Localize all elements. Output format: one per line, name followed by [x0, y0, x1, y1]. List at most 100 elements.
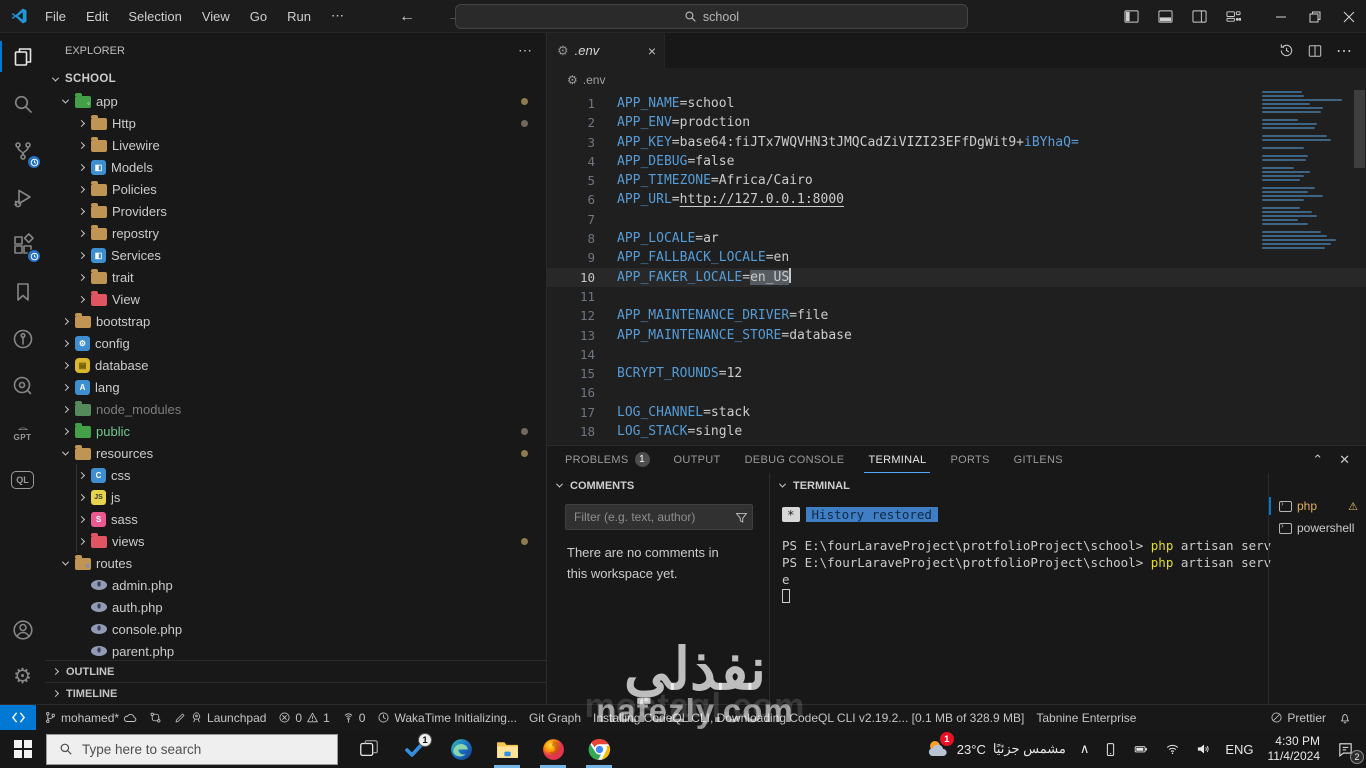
minimap[interactable] — [1262, 91, 1350, 251]
tree-item-app[interactable]: ◦ app — [45, 90, 546, 112]
status-prettier[interactable]: Prettier — [1264, 705, 1332, 730]
tray-volume[interactable] — [1188, 730, 1218, 768]
explorer-more-actions-icon[interactable]: ⋯ — [518, 42, 534, 59]
tree-item-js[interactable]: JS js — [45, 486, 546, 508]
outline-section[interactable]: OUTLINE — [45, 660, 546, 682]
tree-item-http[interactable]: Http — [45, 112, 546, 134]
status-wakatime[interactable]: WakaTime Initializing... — [371, 705, 522, 730]
panel-close-icon[interactable]: ✕ — [1339, 452, 1350, 468]
layout-sidebar-right-icon[interactable] — [1182, 0, 1216, 33]
menu-run[interactable]: Run — [278, 6, 320, 27]
start-button[interactable] — [0, 730, 46, 768]
activity-bookmarks[interactable] — [0, 268, 45, 315]
status-remote-indicator[interactable] — [0, 705, 36, 730]
taskbar-todo-app[interactable]: 1 — [392, 730, 438, 768]
tree-item-policies[interactable]: Policies — [45, 178, 546, 200]
tree-item-resources[interactable]: resources — [45, 442, 546, 464]
activity-extensions[interactable] — [0, 221, 45, 268]
tab-env[interactable]: ⚙ .env × — [547, 33, 665, 68]
tree-item-models[interactable]: ◧ Models — [45, 156, 546, 178]
activity-settings[interactable]: ⚙ — [0, 653, 45, 700]
tree-item-css[interactable]: Ccss — [45, 464, 546, 486]
filter-icon[interactable] — [735, 511, 748, 524]
taskbar-chrome[interactable] — [576, 730, 622, 768]
comments-header[interactable]: COMMENTS — [547, 473, 769, 498]
panel-maximize-icon[interactable]: ⌃ — [1312, 452, 1323, 468]
tree-item-providers[interactable]: Providers — [45, 200, 546, 222]
breadcrumb[interactable]: ⚙ .env — [547, 68, 1366, 92]
status-problems-status[interactable]: 01 — [272, 705, 335, 730]
panel-tab-gitlens[interactable]: GITLENS — [1010, 446, 1067, 473]
split-editor-icon[interactable] — [1308, 44, 1322, 58]
tree-item-public[interactable]: public — [45, 420, 546, 442]
terminal-session-powershell[interactable]: powershell — [1269, 517, 1366, 539]
menu-go[interactable]: Go — [241, 6, 276, 27]
command-center-search[interactable]: school — [455, 4, 968, 29]
status-notifications-bell[interactable] — [1332, 705, 1358, 730]
activity-search[interactable] — [0, 80, 45, 127]
panel-tab-ports[interactable]: PORTS — [946, 446, 993, 473]
tree-item-database[interactable]: ▤ database — [45, 354, 546, 376]
status-launchpad[interactable]: Launchpad — [168, 705, 272, 730]
tree-item-node-modules[interactable]: node_modules — [45, 398, 546, 420]
activity-accounts[interactable] — [0, 606, 45, 653]
tray-phone-link[interactable] — [1096, 730, 1125, 768]
timeline-history-icon[interactable] — [1279, 43, 1294, 58]
taskbar-firefox[interactable] — [530, 730, 576, 768]
activity-gitlens-search[interactable] — [0, 362, 45, 409]
menu-view[interactable]: View — [193, 6, 239, 27]
status-tabnine[interactable]: Tabnine Enterprise — [1030, 705, 1142, 730]
tree-item-sass[interactable]: Ssass — [45, 508, 546, 530]
tree-item-console-php[interactable]: ⬮ console.php — [45, 618, 546, 640]
activity-codeql[interactable]: QL — [0, 456, 45, 503]
layout-sidebar-left-icon[interactable] — [1114, 0, 1148, 33]
activity-chatgpt[interactable]: GPT — [0, 409, 45, 456]
panel-tab-output[interactable]: OUTPUT — [670, 446, 725, 473]
editor-more-actions-icon[interactable]: ⋯ — [1336, 41, 1352, 61]
panel-tab-debug-console[interactable]: DEBUG CONSOLE — [741, 446, 849, 473]
tree-item-parent-php[interactable]: ⬮ parent.php — [45, 640, 546, 662]
tray-network[interactable] — [1157, 730, 1188, 768]
activity-source-control[interactable] — [0, 127, 45, 174]
taskbar-search[interactable]: Type here to search — [46, 733, 338, 765]
comments-filter-input[interactable] — [574, 510, 729, 524]
minimize-button[interactable] — [1264, 0, 1298, 33]
code-area[interactable]: 1 APP_NAME=school 2 APP_ENV=prodction 3 APP_K… — [547, 92, 1366, 441]
panel-tab-terminal[interactable]: TERMINAL — [864, 446, 931, 473]
tray-action-center[interactable]: 2 — [1330, 730, 1366, 768]
menu-[interactable]: ⋯ — [322, 5, 353, 27]
taskbar-file-explorer[interactable] — [484, 730, 530, 768]
tree-item-admin-php[interactable]: ⬮ admin.php — [45, 574, 546, 596]
nav-back-icon[interactable]: ← — [390, 0, 424, 33]
tree-item-livewire[interactable]: Livewire — [45, 134, 546, 156]
menu-edit[interactable]: Edit — [77, 6, 117, 27]
tree-item-view[interactable]: View — [45, 288, 546, 310]
activity-explorer[interactable] — [0, 33, 45, 80]
tree-root-school[interactable]: SCHOOL — [45, 68, 546, 90]
activity-run-debug[interactable] — [0, 174, 45, 221]
restore-button[interactable] — [1298, 0, 1332, 33]
tree-item-routes[interactable]: e routes — [45, 552, 546, 574]
taskbar-edge[interactable] — [438, 730, 484, 768]
tree-item-lang[interactable]: Alang — [45, 376, 546, 398]
status-gitlens-compare[interactable] — [143, 705, 168, 730]
tree-item-config[interactable]: ⚙ config — [45, 332, 546, 354]
tab-close-icon[interactable]: × — [648, 43, 656, 59]
layout-panel-icon[interactable] — [1148, 0, 1182, 33]
tray-clock[interactable]: 4:30 PM 11/4/2024 — [1261, 730, 1331, 768]
tree-item-bootstrap[interactable]: bootstrap — [45, 310, 546, 332]
status-codeql-download[interactable]: Installing CodeQL CLI, Downloading CodeQ… — [587, 705, 1030, 730]
tree-item-views[interactable]: views — [45, 530, 546, 552]
customize-layout-icon[interactable] — [1216, 0, 1250, 33]
tree-item-services[interactable]: ◧ Services — [45, 244, 546, 266]
tree-item-repostry[interactable]: repostry — [45, 222, 546, 244]
tree-item-auth-php[interactable]: ⬮ auth.php — [45, 596, 546, 618]
status-branch-status[interactable]: mohamed* — [38, 705, 143, 730]
tree-item-trait[interactable]: trait — [45, 266, 546, 288]
tray-weather[interactable]: 1 23°C مشمس جزئيًا — [917, 730, 1073, 768]
tray-language[interactable]: ENG — [1218, 730, 1260, 768]
editor-scrollbar-thumb[interactable] — [1354, 90, 1365, 168]
terminal-session-php[interactable]: php⚠ — [1269, 495, 1366, 517]
panel-tab-problems[interactable]: PROBLEMS 1 — [561, 446, 654, 473]
timeline-section[interactable]: TIMELINE — [45, 682, 546, 704]
